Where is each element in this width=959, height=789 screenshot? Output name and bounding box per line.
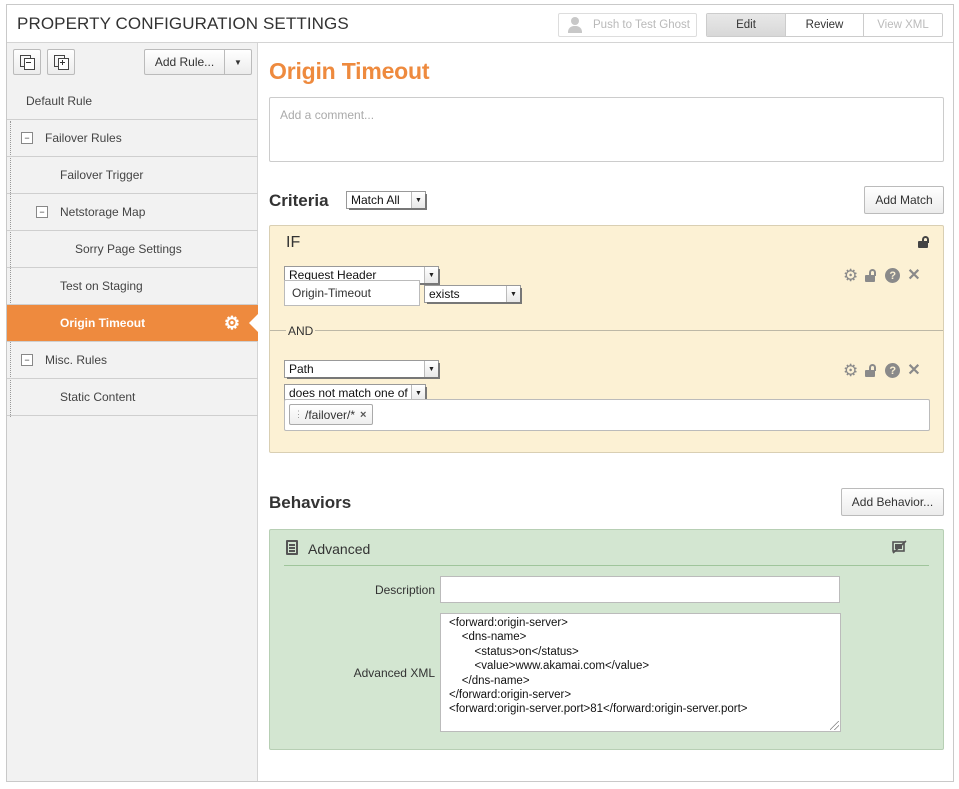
comment-input[interactable] <box>269 97 944 162</box>
expand-all-button[interactable] <box>47 49 75 75</box>
rule-editor: Origin Timeout Criteria Match All ▼ Add … <box>259 43 953 781</box>
operator-select[interactable]: exists ▼ <box>424 285 522 304</box>
rule-default-rule[interactable]: Default Rule <box>7 83 258 120</box>
resize-handle-icon[interactable] <box>830 721 839 730</box>
rule-label: Static Content <box>60 390 136 404</box>
advanced-xml-label: Advanced XML <box>353 666 435 680</box>
behavior-name: Advanced <box>308 541 371 557</box>
path-values-input[interactable]: ⋮ /failover/* × <box>284 399 930 431</box>
selection-pointer <box>249 313 259 333</box>
collapse-toggle-icon[interactable]: − <box>36 206 48 218</box>
rule-label: Sorry Page Settings <box>75 242 182 256</box>
operator-value: does not match one of <box>289 386 408 400</box>
collapse-toggle-icon[interactable]: − <box>21 354 33 366</box>
condition-type-value: Path <box>289 362 314 376</box>
rule-tree: Default Rule − Failover Rules Failover T… <box>7 83 259 417</box>
xml-content: <forward:origin-server> <dns-name> <stat… <box>449 617 748 716</box>
add-behavior-button[interactable]: Add Behavior... <box>841 488 944 516</box>
rule-netstorage-map[interactable]: − Netstorage Map <box>7 194 258 231</box>
behaviors-heading: Behaviors <box>269 493 352 512</box>
add-rule-label: Add Rule... <box>145 50 225 74</box>
operator-value: exists <box>429 287 460 301</box>
tag-label: /failover/* <box>305 407 356 422</box>
condition-actions: ⚙ ? ✕ <box>843 267 921 284</box>
expand-rules-icon <box>54 55 69 70</box>
view-mode-switch: Edit Review View XML <box>706 13 943 37</box>
close-icon[interactable]: × <box>360 409 366 421</box>
collapse-rules-icon <box>20 55 35 70</box>
advanced-xml-input[interactable]: <forward:origin-server> <dns-name> <stat… <box>440 613 841 732</box>
rule-label: Misc. Rules <box>45 353 108 367</box>
collapse-toggle-icon[interactable]: − <box>21 132 33 144</box>
close-icon[interactable]: ✕ <box>907 362 920 379</box>
rule-label: Test on Staging <box>60 279 143 293</box>
add-rule-button[interactable]: Add Rule... ▼ <box>144 49 252 75</box>
and-divider <box>270 330 943 331</box>
criteria-panel: IF Request Header ▼ ⚙ ? ✕ exists ▼ AND <box>269 225 944 453</box>
rule-label: Origin Timeout <box>60 316 146 330</box>
rules-sidebar: Add Rule... ▼ Default Rule − Failover Ru… <box>7 43 259 781</box>
user-icon <box>567 17 583 33</box>
add-match-button[interactable]: Add Match <box>864 186 944 214</box>
lock-icon[interactable] <box>865 269 878 282</box>
help-icon[interactable]: ? <box>885 268 901 283</box>
close-icon[interactable]: ✕ <box>907 267 920 284</box>
if-label: IF <box>286 234 301 251</box>
description-input[interactable] <box>440 576 840 603</box>
match-mode-select[interactable]: Match All ▼ <box>346 191 427 210</box>
criteria-heading: Criteria <box>269 191 329 210</box>
rule-title: Origin Timeout <box>269 58 430 84</box>
rule-failover-trigger[interactable]: Failover Trigger <box>7 157 258 194</box>
app-window: PROPERTY CONFIGURATION SETTINGS Push to … <box>6 4 954 782</box>
rule-static-content[interactable]: Static Content <box>7 379 258 416</box>
tab-view-xml[interactable]: View XML <box>864 14 942 36</box>
condition-actions: ⚙ ? ✕ <box>843 362 921 379</box>
match-mode-value: Match All <box>351 193 400 207</box>
rule-failover-rules[interactable]: − Failover Rules <box>7 120 258 157</box>
push-to-test-ghost-button[interactable]: Push to Test Ghost <box>558 13 697 37</box>
chevron-down-icon: ▼ <box>506 286 520 302</box>
help-icon[interactable]: ? <box>885 363 901 378</box>
and-label: AND <box>286 324 316 338</box>
gear-icon[interactable]: ⚙ <box>224 314 240 332</box>
lock-icon[interactable] <box>865 364 878 377</box>
eye-off-icon[interactable] <box>892 540 907 554</box>
tab-review[interactable]: Review <box>786 14 864 36</box>
chevron-down-icon: ▼ <box>411 192 425 208</box>
gear-icon[interactable]: ⚙ <box>843 267 858 284</box>
push-button-label: Push to Test Ghost <box>593 19 690 31</box>
rule-label: Failover Trigger <box>60 168 144 182</box>
behavior-panel: Advanced Description Advanced XML <forwa… <box>269 529 944 750</box>
rule-test-on-staging[interactable]: Test on Staging <box>7 268 258 305</box>
path-value-tag: ⋮ /failover/* × <box>289 404 374 425</box>
collapse-all-button[interactable] <box>13 49 41 75</box>
rule-misc-rules[interactable]: − Misc. Rules <box>7 342 258 379</box>
rule-label: Failover Rules <box>45 131 122 145</box>
chevron-down-icon: ▼ <box>424 267 438 283</box>
drag-handle-icon[interactable]: ⋮ <box>294 409 303 420</box>
rule-origin-timeout[interactable]: Origin Timeout ⚙ <box>7 305 259 342</box>
chevron-down-icon[interactable]: ▼ <box>225 50 251 74</box>
tab-edit[interactable]: Edit <box>707 14 786 36</box>
header-name-input[interactable] <box>284 280 420 306</box>
app-title: PROPERTY CONFIGURATION SETTINGS <box>17 14 349 33</box>
lock-icon[interactable] <box>918 236 930 248</box>
chevron-down-icon: ▼ <box>424 361 438 377</box>
rule-label: Netstorage Map <box>60 205 146 219</box>
document-icon <box>286 540 298 555</box>
behavior-header: Advanced <box>284 530 929 566</box>
condition-type-select[interactable]: Path ▼ <box>284 360 440 379</box>
description-label: Description <box>374 583 435 597</box>
header-bar: PROPERTY CONFIGURATION SETTINGS Push to … <box>7 5 953 43</box>
rule-sorry-page-settings[interactable]: Sorry Page Settings <box>7 231 258 268</box>
gear-icon[interactable]: ⚙ <box>843 362 858 379</box>
rule-label: Default Rule <box>26 94 93 108</box>
